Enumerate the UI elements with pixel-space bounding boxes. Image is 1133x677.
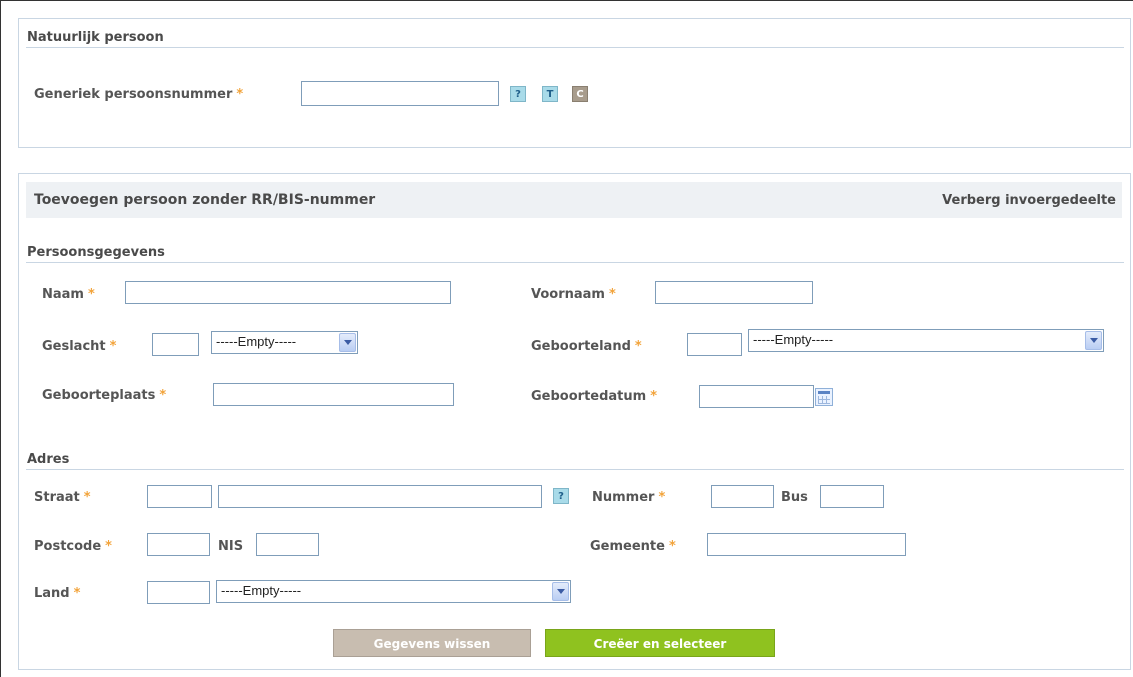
calendar-icon[interactable] — [815, 388, 833, 406]
natural-person-panel — [18, 18, 1131, 148]
hide-input-link[interactable]: Verberg invoergedeelte — [942, 193, 1116, 208]
geboortedatum-input[interactable] — [699, 385, 814, 408]
nis-label: NIS — [218, 539, 244, 554]
voornaam-label: Voornaam * — [531, 287, 616, 302]
naam-label: Naam * — [42, 287, 95, 302]
geslacht-select[interactable]: -----Empty----- — [211, 331, 358, 354]
geboorteplaats-label: Geboorteplaats * — [42, 388, 167, 403]
personal-data-rule — [26, 262, 1124, 263]
geboorteland-label: Geboorteland * — [531, 339, 642, 354]
personal-data-heading: Persoonsgegevens — [27, 245, 165, 260]
add-person-title: Toevoegen persoon zonder RR/BIS-nummer — [34, 192, 376, 208]
land-label: Land * — [34, 586, 81, 601]
geslacht-label: Geslacht * — [42, 339, 117, 354]
nummer-input[interactable] — [711, 485, 774, 508]
address-heading: Adres — [27, 452, 70, 467]
postcode-input[interactable] — [147, 533, 210, 556]
nummer-label: Nummer * — [592, 490, 666, 505]
generic-number-input[interactable] — [301, 81, 499, 106]
address-rule — [26, 469, 1124, 470]
chevron-down-icon — [552, 582, 569, 601]
geboorteland-code-input[interactable] — [687, 333, 742, 356]
gemeente-label: Gemeente * — [590, 539, 676, 554]
required-marker: * — [236, 87, 244, 102]
clear-data-button[interactable]: Gegevens wissen — [333, 629, 531, 657]
land-code-input[interactable] — [147, 581, 210, 604]
geboorteplaats-input[interactable] — [213, 383, 454, 406]
c-button[interactable]: C — [572, 86, 588, 102]
gemeente-input[interactable] — [707, 533, 906, 556]
naam-input[interactable] — [125, 281, 451, 304]
geslacht-code-input[interactable] — [152, 333, 199, 356]
help-button[interactable]: ? — [510, 86, 526, 102]
create-and-select-button[interactable]: Creëer en selecteer — [545, 629, 775, 657]
straat-input[interactable] — [218, 485, 542, 508]
t-button[interactable]: T — [542, 86, 558, 102]
generic-number-label: Generiek persoonsnummer * — [34, 87, 244, 102]
street-help-button[interactable]: ? — [553, 488, 569, 504]
nis-input[interactable] — [256, 533, 319, 556]
add-person-header: Toevoegen persoon zonder RR/BIS-nummer V… — [26, 182, 1122, 218]
natural-person-rule — [26, 47, 1124, 48]
land-select[interactable]: -----Empty----- — [216, 580, 571, 603]
postcode-label: Postcode * — [34, 539, 112, 554]
bus-input[interactable] — [820, 485, 884, 508]
straat-label: Straat * — [34, 490, 91, 505]
straat-code-input[interactable] — [147, 485, 212, 508]
chevron-down-icon — [1085, 331, 1102, 350]
bus-label: Bus — [781, 490, 808, 505]
geboorteland-select[interactable]: -----Empty----- — [748, 329, 1104, 352]
natural-person-heading: Natuurlijk persoon — [27, 30, 164, 45]
chevron-down-icon — [339, 333, 356, 352]
voornaam-input[interactable] — [655, 281, 813, 304]
geboortedatum-label: Geboortedatum * — [531, 389, 658, 404]
